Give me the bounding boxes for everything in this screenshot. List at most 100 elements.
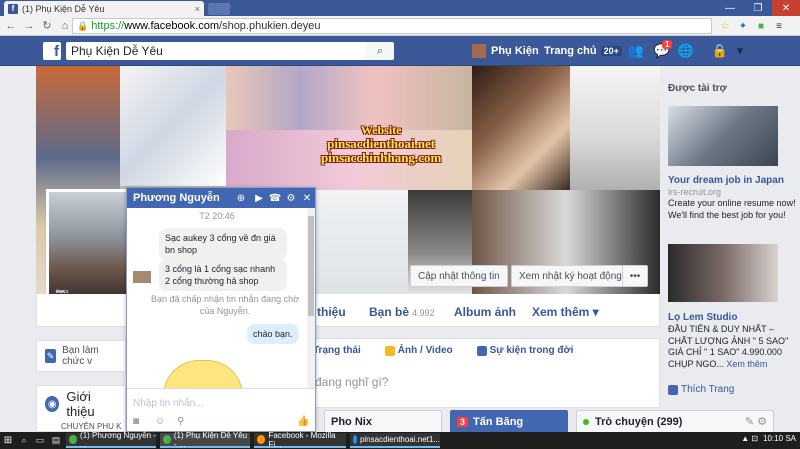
thumbs-up-icon[interactable]: 👍	[297, 416, 309, 427]
home-count-badge: 20+	[600, 46, 622, 56]
profile-link[interactable]: Phụ Kiện	[472, 44, 539, 58]
ad2-image[interactable]	[668, 244, 778, 302]
privacy-icon[interactable]: 🔒	[712, 43, 728, 59]
tab-status-label: Trạng thái	[313, 345, 361, 356]
facebook-header: f Phụ Kiện Dễ Yêu ⌕ Phụ Kiện Trang chủ 2…	[0, 36, 800, 66]
chat-sidebar-tab[interactable]: Trò chuyện (299) ✎ ⚙	[576, 410, 774, 432]
windows-start-icon[interactable]: ⊞	[0, 432, 16, 449]
extension-icon[interactable]: ✦	[736, 19, 750, 33]
lock-icon: 🔒	[77, 20, 89, 31]
browser-tab-bar: f (1) Phụ Kiện Dễ Yêu × — ❐ ✕	[0, 0, 800, 16]
phone-icon[interactable]: ☎	[269, 192, 281, 204]
nav-friends[interactable]: Bạn bè 4.992	[369, 305, 435, 319]
gear-icon[interactable]: ⚙	[285, 192, 297, 204]
file-explorer-icon[interactable]: ▤	[48, 432, 64, 449]
menu-icon[interactable]: ≡	[772, 19, 786, 33]
notifications-icon[interactable]: 🌐	[678, 43, 694, 59]
forward-icon[interactable]: →	[22, 19, 36, 33]
cover-tile-anker	[570, 66, 660, 190]
update-info-button[interactable]: Cập nhật thông tin	[410, 265, 508, 287]
url-scheme: https://	[91, 20, 125, 32]
chat-timestamp: T2 20:46	[199, 211, 235, 221]
tab-photo-video[interactable]: Ảnh / Video	[384, 345, 465, 356]
chrome-icon	[69, 435, 78, 444]
tab-close-icon[interactable]: ×	[195, 4, 200, 14]
star-icon[interactable]: ☆	[718, 19, 732, 33]
browser-tab-title: (1) Phụ Kiện Dễ Yêu	[22, 3, 105, 14]
like-page-button[interactable]: Thích Trang	[668, 384, 734, 395]
intro-box: ◉ Giới thiệu CHUYÊN PHU K	[36, 385, 126, 432]
browser-toolbar: ← → ↻ ⌂ 🔒 https:// www.facebook.com /sho…	[0, 16, 800, 36]
firefox-icon	[257, 435, 266, 444]
composer-placeholder[interactable]: đang nghĩ gì?	[315, 375, 388, 389]
network-icon[interactable]: ▲ ⊡	[741, 434, 758, 443]
taskbar: ⊞ ⌕ ▭ ▤ (1) Phương Nguyễn - ... (1) Phụ …	[0, 430, 800, 449]
friend-requests-icon[interactable]: 👥	[628, 43, 644, 59]
chevron-down-icon[interactable]: ▾	[732, 43, 748, 59]
url-path: /shop.phukien.deyeu	[219, 20, 321, 32]
post-composer: Trạng thái Ảnh / Video Sự kiện trong đời…	[312, 338, 660, 408]
chat-input-area[interactable]: Nhập tin nhắn... ◙ ☺ ⚲ 👍	[127, 388, 315, 431]
nav-more[interactable]: Xem thêm ▾	[532, 305, 599, 319]
website-line-2: pinsacdienthoai.net	[327, 136, 436, 152]
camera-icon[interactable]: ◙	[133, 416, 139, 427]
ad1-title[interactable]: Your dream job in Japan	[668, 175, 784, 186]
compose-icon[interactable]: ✎ ⚙	[745, 415, 767, 428]
window-controls: — ❐ ✕	[716, 0, 800, 16]
intro-header: ◉ Giới thiệu	[37, 386, 125, 422]
nav-friends-label: Bạn bè	[369, 305, 410, 319]
activity-log-button[interactable]: Xem nhật ký hoạt động	[511, 265, 630, 287]
url-host: www.facebook.com	[124, 20, 220, 32]
taskbar-item-firefox[interactable]: Facebook - Mozilla Fi...	[254, 431, 346, 449]
nav-photos[interactable]: Album ảnh	[454, 305, 516, 319]
system-tray: ▲ ⊡ 10:10 SA	[741, 434, 796, 443]
ad1-image[interactable]	[668, 106, 778, 166]
add-people-icon[interactable]: ⊕	[235, 192, 247, 204]
tab-event-label: Sự kiện trong đời	[489, 345, 574, 356]
reload-icon[interactable]: ↻	[40, 19, 54, 33]
taskbar-item-website[interactable]: pinsacdienthoai.net1...	[350, 433, 440, 448]
tab-life-event[interactable]: Sự kiện trong đời	[476, 345, 586, 356]
taskbar-item-page[interactable]: (1) Phụ Kiện Dễ Yêu - ...	[160, 431, 250, 449]
address-bar[interactable]: 🔒 https:// www.facebook.com /shop.phukie…	[72, 18, 712, 34]
chat-tab-tan-bang[interactable]: 3 Tấn Băng	[450, 410, 568, 432]
status-prompt-box[interactable]: ✎ Bạn làm chức v	[36, 340, 126, 372]
browser-tab[interactable]: f (1) Phụ Kiện Dễ Yêu ×	[4, 1, 204, 16]
new-tab-button[interactable]	[208, 3, 230, 15]
cover-tile-phone	[120, 66, 226, 186]
taskbar-item-chat-label: (1) Phương Nguyễn - ...	[80, 430, 157, 449]
video-call-icon[interactable]: ▶	[253, 192, 265, 204]
ad2-see-more[interactable]: Xem thêm	[726, 359, 767, 369]
ad2-title[interactable]: Lọ Lem Studio	[668, 312, 737, 323]
tab-status[interactable]: Trạng thái	[313, 345, 373, 356]
extension-icon-2[interactable]: ■	[754, 19, 768, 33]
message-bubble-2: 3 cổng là 1 cổng sạc nhanh 2 cổng thường…	[159, 259, 287, 292]
close-icon[interactable]: ✕	[301, 192, 313, 204]
taskbar-item-website-label: pinsacdienthoai.net1...	[359, 435, 440, 444]
more-options-button[interactable]: •••	[622, 265, 648, 287]
search-icon[interactable]: ⌕	[366, 42, 394, 60]
home-link[interactable]: Trang chủ 20+	[544, 45, 622, 57]
clock[interactable]: 10:10 SA	[763, 434, 796, 443]
chat-scrollbar[interactable]	[307, 208, 315, 388]
task-view-icon[interactable]: ▭	[32, 432, 48, 449]
taskbar-item-chat[interactable]: (1) Phương Nguyễn - ...	[66, 430, 157, 449]
back-icon[interactable]: ←	[4, 19, 18, 33]
home-icon[interactable]: ⌂	[58, 19, 72, 33]
profile-picture[interactable]: 📷	[46, 189, 134, 307]
search-icon[interactable]: ⌕	[16, 432, 32, 449]
minimize-button[interactable]: —	[716, 0, 744, 16]
ad2-body: ĐẦU TIÊN & DUY NHẤT – CHẤT LƯỢNG ẢNH " 5…	[668, 324, 796, 371]
like-page-label: Thích Trang	[681, 384, 735, 395]
chat-tab-pho-nix[interactable]: Pho Nix	[324, 410, 442, 432]
cover-tile-couple	[472, 66, 570, 190]
scrollbar-thumb[interactable]	[308, 216, 314, 316]
emoji-icon[interactable]: ☺	[155, 416, 165, 427]
avatar	[472, 44, 486, 58]
nav-about[interactable]: thiệu	[317, 305, 346, 319]
close-window-button[interactable]: ✕	[772, 0, 800, 16]
facebook-logo-icon[interactable]: f	[43, 42, 61, 60]
facebook-search-input[interactable]: Phụ Kiện Dễ Yêu	[66, 42, 366, 60]
maximize-button[interactable]: ❐	[744, 0, 772, 16]
attach-icon[interactable]: ⚲	[177, 416, 184, 427]
